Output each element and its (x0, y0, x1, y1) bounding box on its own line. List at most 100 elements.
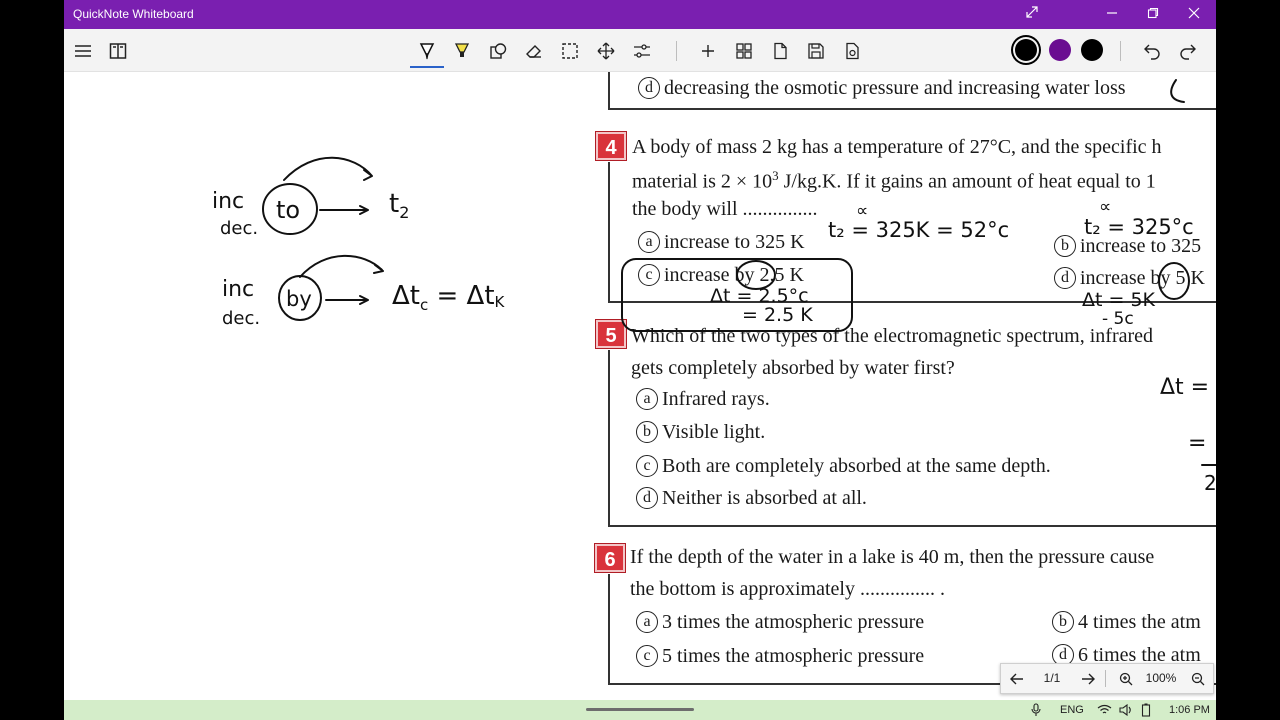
option-letter: d (636, 487, 658, 509)
ink-text: dec. (222, 308, 260, 329)
toolbar (64, 29, 1216, 72)
book-icon[interactable] (105, 38, 131, 64)
home-indicator[interactable] (586, 708, 694, 711)
option-text: Neither is absorbed at all. (662, 487, 867, 509)
option-letter: b (1052, 611, 1074, 633)
hamburger-menu-icon[interactable] (70, 38, 96, 64)
option-letter: b (636, 421, 658, 443)
q5-text-line-2: gets completely absorbed by water first? (631, 357, 955, 379)
ink-arrow (325, 295, 369, 305)
next-page-button[interactable] (1073, 664, 1103, 693)
lasso-select-icon[interactable] (557, 38, 583, 64)
q4-option-a: a increase to 325 K (638, 231, 805, 254)
pen-icon[interactable] (414, 38, 440, 64)
toolbar-divider-2 (1120, 41, 1121, 61)
frame-line (608, 301, 1216, 303)
eraser-icon[interactable] (521, 38, 547, 64)
ink-text: dec. (220, 218, 258, 239)
redo-icon[interactable] (1175, 38, 1201, 64)
frame-line (608, 350, 610, 526)
q4-text-line-1: A body of mass 2 kg has a temperature of… (632, 136, 1162, 158)
whiteboard-canvas[interactable]: d decreasing the osmotic pressure and inc… (64, 72, 1216, 700)
grid-icon[interactable] (731, 38, 757, 64)
q6-option-b: b4 times the atm (1052, 611, 1201, 634)
maximize-button[interactable] (1133, 0, 1173, 29)
shape-icon[interactable] (485, 38, 511, 64)
q5-option-c: c Both are completely absorbed at the sam… (636, 455, 1051, 478)
ink-circle (278, 275, 322, 321)
option-letter: a (636, 611, 658, 633)
frame-line (608, 108, 1216, 110)
option-text: 3 times the atmospheric pressure (662, 611, 925, 633)
ink-arrow (283, 156, 373, 181)
q6-option-a: a3 times the atmospheric pressure (636, 611, 924, 634)
language-indicator[interactable]: ENG (1060, 700, 1084, 720)
pen-color-swatch-3[interactable] (1081, 39, 1103, 61)
export-icon[interactable] (839, 38, 865, 64)
q4-option-b: b increase to 325 (1054, 235, 1201, 258)
clock[interactable]: 1:06 PM (1169, 700, 1210, 720)
q4-line2-post: J/kg.K. If it gains an amount of heat eq… (778, 170, 1156, 193)
add-page-icon[interactable] (695, 38, 721, 64)
option-letter: a (638, 231, 660, 253)
option-text: Both are completely absorbed at the same… (662, 455, 1051, 477)
frame-line (608, 162, 610, 302)
option-letter: c (638, 264, 660, 286)
q5-text-line-1: Which of the two types of the electromag… (631, 325, 1154, 347)
wifi-icon[interactable] (1097, 700, 1113, 720)
volume-icon[interactable] (1119, 700, 1135, 720)
option-text: increase to 325 (1080, 235, 1202, 257)
app-window: QuickNote Whiteboard d decreasing the os… (64, 0, 1216, 720)
option-text: increase by 5 K (1080, 267, 1205, 289)
ink-arrow (299, 254, 384, 278)
save-icon[interactable] (803, 38, 829, 64)
highlighter-icon[interactable] (449, 38, 475, 64)
expand-icon[interactable] (1012, 0, 1052, 29)
option-letter: a (636, 388, 658, 410)
ink-text: inc (212, 189, 244, 214)
option-text: increase to 325 K (664, 231, 805, 253)
move-icon[interactable] (593, 38, 619, 64)
adjust-icon[interactable] (629, 38, 655, 64)
pen-color-swatch-1[interactable] (1015, 39, 1037, 61)
zoom-out-icon[interactable] (1185, 664, 1211, 693)
option-letter: d (638, 77, 660, 99)
q4-option-d: d increase by 5 K (1054, 267, 1205, 290)
pager-divider (1105, 670, 1106, 687)
q6-text-line-2: the bottom is approximately ............… (630, 578, 945, 600)
battery-icon[interactable] (1141, 700, 1157, 720)
q4-text-line-2: material is 2 × 103 J/kg.K. If it gains … (632, 168, 1156, 194)
frame-line (608, 525, 1216, 527)
question-number-badge: 4 (596, 132, 626, 160)
option-letter: c (636, 455, 658, 477)
frame-line (608, 574, 610, 684)
app-title: QuickNote Whiteboard (73, 7, 194, 21)
page-navigator: 1/1 100% (1000, 663, 1214, 694)
ink-tspan: K (495, 293, 506, 311)
q4-line2-pre: material is 2 × 10 (632, 170, 773, 193)
undo-icon[interactable] (1139, 38, 1165, 64)
ink-tspan: Δt (392, 281, 420, 311)
ink-text: inc (222, 277, 254, 302)
option-text: Infrared rays. (662, 388, 770, 410)
previous-page-button[interactable] (1001, 664, 1033, 693)
ink-text: to (276, 196, 300, 224)
close-button[interactable] (1174, 0, 1214, 29)
option-letter: b (1054, 235, 1076, 257)
active-tool-indicator (410, 66, 444, 68)
toolbar-divider (676, 41, 677, 61)
minimize-button[interactable] (1092, 0, 1132, 29)
prev-option-d: d decreasing the osmotic pressure and inc… (638, 77, 1126, 100)
ink-circle (262, 183, 318, 235)
option-text: 4 times the atm (1078, 611, 1201, 633)
zoom-level: 100% (1145, 671, 1177, 685)
pen-color-swatch-2[interactable] (1049, 39, 1071, 61)
ink-text: Δtc = ΔtK (392, 281, 506, 314)
q6-option-c: c5 times the atmospheric pressure (636, 645, 924, 668)
zoom-in-icon[interactable] (1113, 664, 1139, 693)
q5-option-b: b Visible light. (636, 421, 765, 444)
page-icon[interactable] (767, 38, 793, 64)
ink-tspan: t (389, 189, 399, 219)
q4-text-line-3: the body will ............... (632, 198, 818, 220)
microphone-icon[interactable] (1030, 700, 1044, 720)
